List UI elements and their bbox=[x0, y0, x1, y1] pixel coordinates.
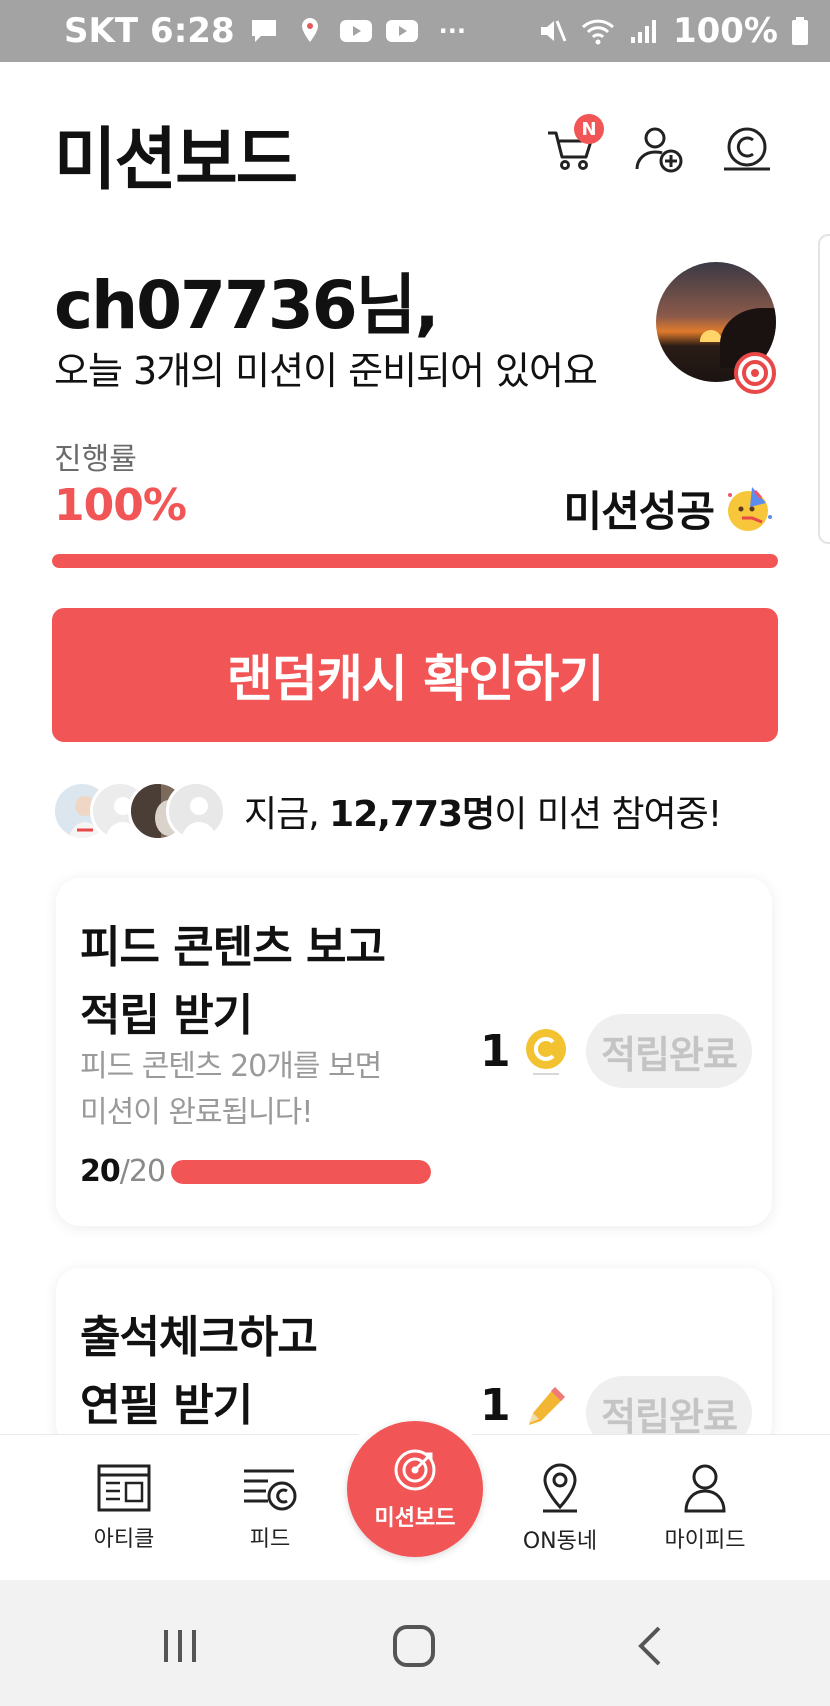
nav-my-feed[interactable]: 마이피드 bbox=[645, 1435, 765, 1581]
add-friend-icon bbox=[635, 127, 683, 173]
earned-status-button[interactable]: 적립완료 bbox=[586, 1014, 752, 1088]
back-button[interactable] bbox=[620, 1616, 680, 1676]
random-cash-button[interactable]: 랜덤캐시 확인하기 bbox=[52, 608, 778, 742]
battery-level: 100% bbox=[672, 11, 778, 51]
home-button[interactable] bbox=[384, 1616, 444, 1676]
nav-label: ON동네 bbox=[522, 1529, 598, 1554]
greeting-subtitle: 오늘 3개의 미션이 준비되어 있어요 bbox=[54, 349, 598, 393]
battery-icon bbox=[790, 17, 810, 45]
mission-progress-bar bbox=[171, 1159, 432, 1184]
progress-value: 100% bbox=[54, 480, 187, 531]
progress-bar bbox=[52, 554, 778, 568]
mission-progress-current: 20 bbox=[80, 1154, 121, 1189]
coin-icon bbox=[525, 1028, 566, 1075]
nav-label: 피드 bbox=[249, 1527, 291, 1552]
nav-label: 미션보드 bbox=[374, 1506, 456, 1531]
nav-label: 아티클 bbox=[93, 1527, 155, 1552]
wifi-icon bbox=[581, 17, 615, 45]
profile-icon bbox=[684, 1464, 726, 1513]
mission-success-label: 미션성공 bbox=[563, 487, 715, 536]
feed-icon bbox=[244, 1469, 297, 1511]
mission-reward: 1 bbox=[480, 1026, 569, 1077]
participants-count: 12,773명 bbox=[329, 794, 495, 835]
mission-progress: 20 /20 bbox=[80, 1154, 432, 1189]
nav-article[interactable]: 아티클 bbox=[64, 1435, 184, 1581]
participants-text: 지금, 12,773명이 미션 참여중! bbox=[244, 794, 722, 835]
status-bar: SKT 6:28 ··· 100% bbox=[0, 0, 830, 62]
app-header: 미션보드 N bbox=[0, 62, 830, 222]
scroll-indicator[interactable] bbox=[818, 234, 830, 544]
location-pin-icon bbox=[293, 17, 327, 45]
target-icon bbox=[732, 350, 778, 400]
reward-amount: 1 bbox=[480, 1380, 511, 1431]
coin-icon bbox=[724, 127, 770, 171]
location-pin-icon bbox=[543, 1463, 577, 1513]
youtube-icon bbox=[339, 17, 373, 45]
bottom-navigation: 아티클 피드 미션보드 ON동네 마이피드 bbox=[0, 1413, 830, 1581]
back-icon bbox=[638, 1626, 661, 1666]
signal-icon bbox=[627, 17, 661, 45]
recent-apps-icon bbox=[164, 1630, 196, 1662]
youtube-icon bbox=[385, 17, 419, 45]
target-icon bbox=[394, 1449, 436, 1491]
nav-mission-board[interactable]: 미션보드 bbox=[347, 1421, 483, 1557]
greeting-name: ch07736님, bbox=[54, 267, 440, 344]
more-notifications-icon: ··· bbox=[438, 17, 466, 45]
home-icon bbox=[393, 1625, 435, 1667]
cart-button[interactable]: N bbox=[536, 114, 606, 184]
mission-title: 출석체크하고 연필 받기 bbox=[80, 1312, 318, 1431]
progress-fill bbox=[52, 554, 778, 568]
article-icon bbox=[97, 1464, 151, 1512]
system-navigation-bar bbox=[0, 1580, 830, 1706]
progress-label: 진행률 bbox=[54, 442, 137, 477]
clock: 6:28 bbox=[150, 11, 235, 51]
participants-row: 지금, 12,773명이 미션 참여중! bbox=[52, 780, 722, 842]
page-title: 미션보드 bbox=[54, 121, 298, 200]
mission-description: 피드 콘텐츠 20개를 보면 미션이 완료됩니다! bbox=[80, 1049, 382, 1130]
mission-progress-fill bbox=[171, 1159, 432, 1184]
reward-amount: 1 bbox=[480, 1026, 511, 1077]
mission-title: 피드 콘텐츠 보고 적립 받기 bbox=[80, 922, 386, 1041]
mission-success: 미션성공 bbox=[563, 478, 776, 539]
mission-card[interactable]: 피드 콘텐츠 보고 적립 받기 피드 콘텐츠 20개를 보면 미션이 완료됩니다… bbox=[56, 878, 772, 1226]
party-face-icon bbox=[724, 483, 776, 535]
nav-feed[interactable]: 피드 bbox=[210, 1435, 330, 1581]
pencil-icon bbox=[528, 1386, 565, 1425]
recent-apps-button[interactable] bbox=[150, 1616, 210, 1676]
avatar-sun bbox=[700, 330, 722, 342]
add-friend-button[interactable] bbox=[624, 114, 694, 184]
message-icon bbox=[247, 17, 281, 45]
carrier-label: SKT bbox=[64, 11, 139, 51]
nav-label: 마이피드 bbox=[664, 1528, 746, 1553]
mission-reward: 1 bbox=[480, 1380, 569, 1431]
mission-progress-total: /20 bbox=[119, 1154, 166, 1189]
participant-avatar bbox=[166, 781, 226, 841]
mute-icon bbox=[535, 17, 569, 45]
cash-button[interactable] bbox=[712, 114, 782, 184]
nav-on-town[interactable]: ON동네 bbox=[500, 1435, 620, 1581]
new-badge: N bbox=[574, 114, 604, 144]
